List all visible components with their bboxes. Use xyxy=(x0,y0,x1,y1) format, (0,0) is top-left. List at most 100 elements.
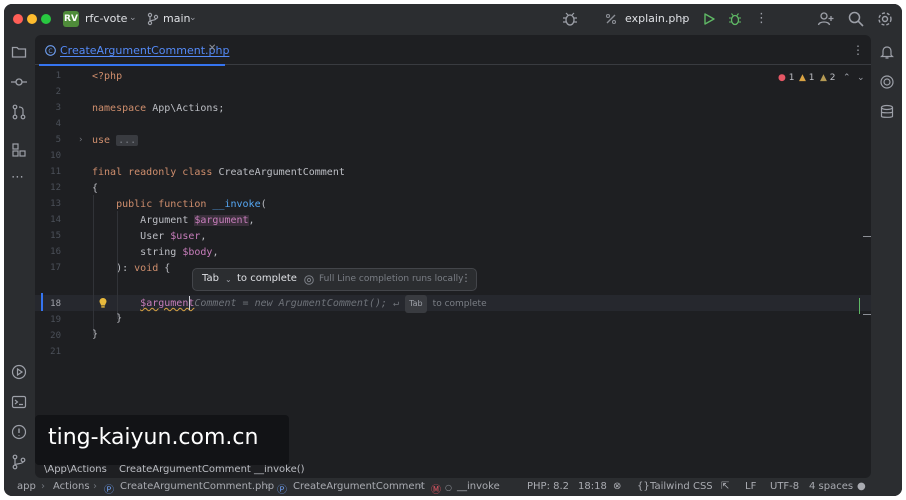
active-tab-indicator xyxy=(39,64,225,66)
tab-create-argument-comment[interactable]: C CreateArgumentComment.php ✕ xyxy=(35,35,229,66)
cursor-position[interactable]: 18:18 xyxy=(578,481,607,492)
paren: ): xyxy=(116,263,135,274)
inspection-weak-warnings[interactable]: ▲ 1 xyxy=(799,73,815,83)
code-line-11[interactable]: { xyxy=(92,181,98,197)
code-line-20[interactable]: } xyxy=(92,327,98,343)
line-number: 20 xyxy=(50,331,61,341)
inline-completion-suggestion[interactable]: Comment = new ArgumentComment(); xyxy=(194,298,387,309)
code-line-3[interactable]: namespace App\Actions; xyxy=(92,101,224,117)
intention-bulb-icon[interactable] xyxy=(98,297,108,309)
terminal-icon[interactable] xyxy=(11,394,27,410)
project-folder-icon[interactable] xyxy=(11,44,27,60)
code-line-18[interactable]: $argumentComment = new ArgumentComment()… xyxy=(92,295,487,313)
chevron-down-icon[interactable]: ⌄ xyxy=(189,13,197,23)
line-separator[interactable]: LF xyxy=(745,481,756,492)
settings-gear-icon[interactable] xyxy=(876,10,894,28)
inspection-status-icon[interactable]: ⊗ xyxy=(613,481,621,492)
close-tab-icon[interactable]: ✕ xyxy=(208,43,216,54)
line-number: 12 xyxy=(50,183,61,193)
more-tool-windows-icon[interactable]: ⋯ xyxy=(11,170,27,186)
chevron-right-icon: › xyxy=(93,481,97,492)
nav-path-file[interactable]: CreateArgumentComment.php xyxy=(120,481,274,492)
code-line-1[interactable]: <?php xyxy=(92,69,122,85)
minimize-window-button[interactable] xyxy=(27,14,37,24)
editor-tab-bar: C CreateArgumentComment.php ✕ ⋮ xyxy=(35,35,871,66)
git-branch-icon[interactable] xyxy=(147,12,159,26)
tab-options-icon[interactable]: ⋮ xyxy=(852,43,864,57)
php-open-tag: <?php xyxy=(92,71,123,82)
code-line-5[interactable]: use ... xyxy=(92,133,139,149)
nav-path-class[interactable]: CreateArgumentComment xyxy=(293,481,425,492)
return-type: void xyxy=(134,263,159,274)
inline-tab-key-chip: Tab xyxy=(405,295,427,313)
nav-path-dir[interactable]: Actions xyxy=(53,481,90,492)
breadcrumb-namespace[interactable]: \App\Actions xyxy=(44,464,107,475)
chevron-right-icon: › xyxy=(266,481,270,492)
project-name[interactable]: rfc-vote xyxy=(85,12,127,25)
chevron-down-icon[interactable]: ⌄ xyxy=(680,13,688,23)
param-type: Argument xyxy=(140,215,195,226)
line-number: 17 xyxy=(50,263,61,273)
nav-path-method[interactable]: __invoke xyxy=(457,481,500,492)
close-window-button[interactable] xyxy=(13,14,23,24)
problems-icon[interactable] xyxy=(11,424,27,440)
keyword: public function xyxy=(116,199,207,210)
search-icon[interactable] xyxy=(847,10,865,28)
notifications-bell-icon[interactable] xyxy=(879,44,895,60)
line-number: 4 xyxy=(55,119,61,129)
readonly-toggle-icon[interactable]: ⇱ xyxy=(721,481,729,492)
structure-icon[interactable] xyxy=(11,142,27,158)
database-icon[interactable] xyxy=(879,104,895,120)
file-encoding[interactable]: UTF-8 xyxy=(770,481,799,492)
folded-imports[interactable]: ... xyxy=(116,135,139,146)
next-highlight-icon[interactable]: ⌄ xyxy=(857,73,865,83)
nav-path-root[interactable]: app xyxy=(17,481,36,492)
debug-icon[interactable] xyxy=(726,10,744,28)
tab-label[interactable]: CreateArgumentComment.php xyxy=(60,44,229,57)
add-user-icon[interactable] xyxy=(817,10,835,28)
breadcrumb-class[interactable]: CreateArgumentComment xyxy=(119,464,251,475)
code-line-14[interactable]: User $user, xyxy=(92,229,206,245)
zoom-window-button[interactable] xyxy=(41,14,51,24)
project-badge[interactable]: RV xyxy=(63,11,79,27)
debug-bug-icon[interactable] xyxy=(561,10,579,28)
watermark: ting-kaiyun.com.cn xyxy=(35,415,289,465)
ai-assistant-icon[interactable] xyxy=(879,74,895,90)
version-control-icon[interactable] xyxy=(11,454,27,470)
more-actions-icon[interactable]: ⋮ xyxy=(755,11,773,29)
completion-hint-popup[interactable]: Tab ⌄ to complete Full Line completion r… xyxy=(192,268,477,291)
commit-icon[interactable] xyxy=(11,74,27,90)
left-tool-strip: ⋯ xyxy=(4,34,34,478)
svg-text:C: C xyxy=(48,48,52,55)
php-version[interactable]: PHP: 8.2 xyxy=(527,481,569,492)
fold-expand-icon[interactable]: › xyxy=(79,135,83,145)
comma: , xyxy=(248,215,255,226)
code-line-12[interactable]: public function __invoke( xyxy=(92,197,267,213)
line-number: 16 xyxy=(50,247,61,257)
code-line-19[interactable]: } xyxy=(92,311,122,327)
code-line-10[interactable]: final readonly class CreateArgumentComme… xyxy=(92,165,345,181)
services-icon[interactable] xyxy=(11,364,27,380)
warning-count: 2 xyxy=(829,73,836,83)
pull-requests-icon[interactable] xyxy=(11,104,27,120)
class-name: CreateArgumentComment xyxy=(212,167,345,178)
indent-setting[interactable]: 4 spaces xyxy=(809,481,853,492)
run-icon[interactable] xyxy=(700,10,718,28)
branch-name[interactable]: main xyxy=(163,12,190,25)
chevron-down-icon[interactable]: ⌄ xyxy=(225,275,232,284)
lock-file-icon[interactable]: ● xyxy=(857,481,866,492)
inline-completion-hint: to complete xyxy=(432,299,487,309)
inspection-warnings[interactable]: ▲ 2 xyxy=(820,73,836,83)
framework-indicator[interactable]: Tailwind CSS xyxy=(650,481,713,492)
inspection-errors[interactable]: ● 1 xyxy=(778,73,794,83)
previous-highlight-icon[interactable]: ⌃ xyxy=(843,73,851,83)
popup-more-icon[interactable]: ⋮ xyxy=(461,273,471,284)
param-type: string xyxy=(140,247,183,258)
code-line-16[interactable]: ): void { xyxy=(92,261,170,277)
code-line-15[interactable]: string $body, xyxy=(92,245,218,261)
line-number: 15 xyxy=(50,231,61,241)
breadcrumb-method[interactable]: __invoke() xyxy=(254,464,305,475)
code-line-13[interactable]: Argument $argument, xyxy=(92,213,255,229)
chevron-down-icon[interactable]: ⌄ xyxy=(129,13,137,23)
paren: ( xyxy=(260,199,267,210)
